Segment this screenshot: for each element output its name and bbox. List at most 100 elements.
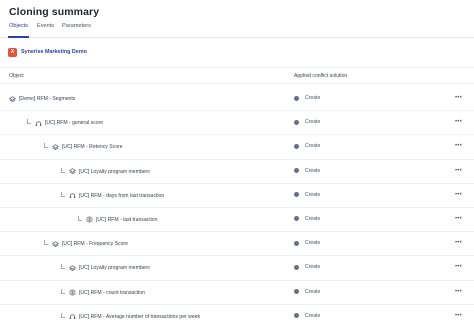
- solution-label: Create: [305, 288, 321, 295]
- object-name: [UC] RFM - days from last transaction: [79, 192, 165, 199]
- object-cell: [UC] Loyalty program members: [69, 168, 150, 176]
- table-row[interactable]: [UC] RFM - last transaction Create •••: [0, 208, 474, 233]
- status-dot-icon: [294, 264, 299, 270]
- conflict-solution-cell: Create: [294, 95, 320, 101]
- row-menu-icon[interactable]: •••: [455, 289, 462, 295]
- solution-label: Create: [305, 95, 321, 101]
- segment-icon: [9, 95, 16, 103]
- tree-connector: [27, 119, 31, 125]
- row-menu-icon[interactable]: •••: [455, 95, 462, 101]
- aggregate-icon: [69, 289, 76, 296]
- tab-bar: Objects Events Parameters: [0, 20, 474, 38]
- active-tab-indicator: [8, 36, 29, 38]
- status-dot-icon: [294, 240, 299, 246]
- page-title: Cloning summary: [9, 6, 100, 18]
- workspace-name[interactable]: Synerise Marketing Demo: [21, 49, 87, 55]
- tab-objects[interactable]: Objects: [9, 23, 28, 29]
- tree-connector: [44, 240, 48, 246]
- tab-parameters[interactable]: Parameters: [62, 23, 91, 29]
- table-row[interactable]: [Demo] RFM - Segments Create •••: [0, 87, 474, 112]
- segment-icon: [69, 265, 76, 272]
- object-name: [UC] Loyalty program members: [79, 168, 150, 175]
- row-menu-icon[interactable]: •••: [455, 192, 462, 198]
- object-name: [UC] RFM - general score: [45, 120, 104, 127]
- tree-connector: [78, 215, 82, 221]
- solution-label: Create: [305, 167, 321, 174]
- object-name: [UC] RFM - Average number of transaction…: [79, 313, 201, 320]
- status-dot-icon: [294, 216, 299, 222]
- object-cell: [UC] RFM - Frequency Score: [52, 240, 128, 248]
- table-row[interactable]: [UC] RFM - days from last transaction Cre…: [0, 184, 474, 208]
- conflict-solution-cell: Create: [294, 143, 320, 149]
- row-menu-icon[interactable]: •••: [455, 216, 462, 222]
- objects-table-body: [Demo] RFM - Segments Create ••• [UC] RFM -…: [0, 87, 474, 326]
- conflict-solution-cell: Create: [294, 119, 320, 125]
- status-dot-icon: [294, 143, 299, 149]
- object-cell: [UC] Loyalty program members: [69, 264, 150, 272]
- solution-label: Create: [305, 191, 321, 198]
- solution-label: Create: [305, 143, 321, 150]
- segment-icon: [52, 144, 59, 151]
- table-row[interactable]: [UC] Loyalty program members Create •••: [0, 256, 474, 281]
- table-row[interactable]: [UC] RFM - Frequency Score Create •••: [0, 232, 474, 257]
- object-cell: [Demo] RFM - Segments: [9, 95, 75, 103]
- solution-label: Create: [305, 264, 321, 271]
- conflict-solution-cell: Create: [294, 264, 320, 270]
- table-header: Object Applied conflict solution: [0, 67, 474, 84]
- row-menu-icon[interactable]: •••: [455, 168, 462, 174]
- tree-connector: [61, 191, 65, 197]
- table-row[interactable]: [UC] RFM - Retency Score Create •••: [0, 135, 474, 160]
- tree-connector: [61, 167, 65, 173]
- tree-connector: [61, 288, 65, 294]
- object-name: [UC] RFM - Frequency Score: [62, 241, 128, 248]
- tab-events[interactable]: Events: [37, 23, 54, 29]
- row-menu-icon[interactable]: •••: [455, 264, 462, 270]
- solution-label: Create: [305, 240, 321, 247]
- row-menu-icon[interactable]: •••: [455, 313, 462, 319]
- solution-label: Create: [305, 119, 321, 126]
- metric-icon: [69, 192, 76, 199]
- conflict-solution-cell: Create: [294, 216, 320, 222]
- conflict-solution-cell: Create: [294, 240, 320, 246]
- conflict-solution-cell: Create: [294, 168, 320, 174]
- segment-icon: [69, 168, 76, 175]
- conflict-solution-cell: Create: [294, 313, 320, 319]
- conflict-solution-cell: Create: [294, 289, 320, 295]
- status-dot-icon: [294, 192, 299, 198]
- solution-label: Create: [305, 312, 321, 319]
- object-name: [UC] RFM - last transaction: [96, 216, 158, 223]
- metric-icon: [69, 313, 76, 320]
- table-row[interactable]: [UC] RFM - general score Create •••: [0, 111, 474, 136]
- object-name: [UC] RFM - Retency Score: [62, 144, 123, 151]
- row-menu-icon[interactable]: •••: [455, 240, 462, 246]
- table-row[interactable]: [UC] RFM - count transaction Create •••: [0, 281, 474, 305]
- status-dot-icon: [294, 313, 299, 319]
- conflict-solution-cell: Create: [294, 192, 320, 198]
- workspace-header: X Synerise Marketing Demo: [8, 46, 87, 58]
- table-row[interactable]: [UC] Loyalty program members Create •••: [0, 160, 474, 184]
- column-header-solution: Applied conflict solution: [294, 73, 348, 79]
- table-row[interactable]: [UC] RFM - Average number of transaction…: [0, 305, 474, 326]
- solution-label: Create: [305, 215, 321, 222]
- aggregate-icon: [86, 216, 93, 223]
- status-dot-icon: [294, 95, 299, 101]
- object-name: [UC] Loyalty program members: [79, 265, 150, 272]
- tree-connector: [61, 264, 65, 270]
- tree-connector: [61, 312, 65, 318]
- object-cell: [UC] RFM - last transaction: [86, 216, 157, 224]
- object-name: [UC] RFM - count transaction: [79, 289, 145, 296]
- status-dot-icon: [294, 119, 299, 125]
- object-cell: [UC] RFM - Average number of transaction…: [69, 313, 200, 321]
- object-cell: [UC] RFM - general score: [35, 119, 103, 127]
- segment-icon: [52, 240, 59, 248]
- column-header-object: Object: [9, 73, 24, 79]
- tree-connector: [44, 143, 48, 149]
- status-dot-icon: [294, 289, 299, 294]
- object-cell: [UC] RFM - count transaction: [69, 289, 145, 297]
- object-cell: [UC] RFM - days from last transaction: [69, 192, 164, 200]
- row-menu-icon[interactable]: •••: [455, 143, 462, 149]
- object-cell: [UC] RFM - Retency Score: [52, 143, 123, 151]
- metric-icon: [35, 120, 42, 127]
- workspace-logo: X: [8, 47, 17, 57]
- row-menu-icon[interactable]: •••: [455, 119, 462, 125]
